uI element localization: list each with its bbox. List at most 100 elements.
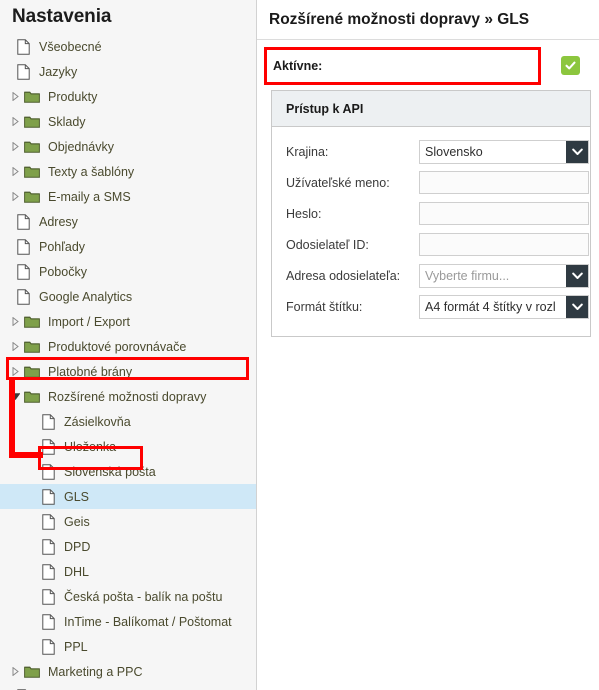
folder-icon-wrap [22, 390, 42, 403]
select-arrow-form-t-t-tku[interactable] [566, 295, 588, 318]
select-form-t-t-tku[interactable]: A4 formát 4 štítky v rozl [419, 294, 589, 319]
sidebar-item-geis[interactable]: Geis [0, 509, 256, 534]
chevron-right-icon [12, 192, 19, 201]
sidebar-item-dpd[interactable]: DPD [0, 534, 256, 559]
sidebar-item-z-sielkov-a[interactable]: Zásielkovňa [0, 409, 256, 434]
sidebar-item-label: Jazyky [39, 64, 78, 79]
sidebar-item-gls[interactable]: GLS [0, 484, 256, 509]
field-label-adresa-odosielate-a: Adresa odosielateľa: [286, 268, 401, 283]
sidebar-item-label: Produktové porovnávače [48, 339, 187, 354]
tree-twisty[interactable] [9, 367, 22, 376]
sidebar-item-slovensk-po-ta[interactable]: Slovenská pošta [0, 459, 256, 484]
select-arrow-adresa-odosielate-a[interactable] [566, 264, 588, 287]
active-checkbox[interactable] [561, 56, 580, 75]
chevron-right-icon [12, 317, 19, 326]
chevron-right-icon [12, 667, 19, 676]
folder-icon [24, 191, 40, 203]
sidebar-item-platobn-br-ny[interactable]: Platobné brány [0, 359, 256, 384]
chevron-right-icon [12, 342, 19, 351]
sidebar-item-v-eobecn[interactable]: Všeobecné [0, 34, 256, 59]
settings-tree: Všeobecné Jazyky Produkty Sklady Objednávky T… [0, 34, 256, 690]
sidebar-item-label: Pobočky [39, 264, 87, 279]
file-icon-wrap [38, 463, 58, 480]
sidebar-item-texty-a-abl-ny[interactable]: Texty a šablóny [0, 159, 256, 184]
input-u-vate-sk-meno[interactable] [419, 171, 589, 194]
sidebar-item-label: InTime - Balíkomat / Poštomat [64, 614, 232, 629]
sidebar-item-roz-ren-mo-nosti-dopravy[interactable]: Rozšírené možnosti dopravy [0, 384, 256, 409]
sidebar-item-label: DHL [64, 564, 90, 579]
sidebar-item-e-maily-a-sms[interactable]: E-maily a SMS [0, 184, 256, 209]
check-icon [565, 61, 576, 70]
sidebar-item-produktov-porovn-va-e[interactable]: Produktové porovnávače [0, 334, 256, 359]
tree-twisty[interactable] [9, 142, 22, 151]
field-row-u-vate-sk-meno: Užívateľské meno: [272, 167, 590, 198]
folder-icon [24, 166, 40, 178]
file-icon [41, 513, 55, 530]
sidebar-item-label: Texty a šablóny [48, 164, 135, 179]
sidebar-item-objedn-vky[interactable]: Objednávky [0, 134, 256, 159]
field-row-odosielate-id: Odosielateľ ID: [272, 229, 590, 260]
tree-twisty[interactable] [9, 192, 22, 201]
sidebar-item-sklady[interactable]: Sklady [0, 109, 256, 134]
field-control-odosielate-id [419, 233, 589, 256]
sidebar-item-ppl[interactable]: PPL [0, 634, 256, 659]
sidebar-item-marketing-a-ppc[interactable]: Marketing a PPC [0, 659, 256, 684]
file-icon-wrap [13, 288, 33, 305]
active-toggle-row: Aktívne: [264, 47, 591, 84]
file-icon [41, 438, 55, 455]
folder-icon [24, 341, 40, 353]
select-arrow-krajina[interactable] [566, 140, 588, 163]
sidebar-item-pobo-ky[interactable]: Pobočky [0, 259, 256, 284]
file-icon [41, 538, 55, 555]
sidebar-item-dhl[interactable]: DHL [0, 559, 256, 584]
sidebar-item-esk-po-ta-bal-k-na-po-tu[interactable]: Česká pošta - balík na poštu [0, 584, 256, 609]
file-icon-wrap [38, 438, 58, 455]
input-heslo[interactable] [419, 202, 589, 225]
folder-icon-wrap [22, 315, 42, 328]
file-icon [41, 588, 55, 605]
file-icon-wrap [13, 263, 33, 280]
tree-twisty[interactable] [9, 92, 22, 101]
file-icon-wrap [38, 488, 58, 505]
folder-icon [24, 116, 40, 128]
file-icon [16, 213, 30, 230]
tree-twisty[interactable] [9, 317, 22, 326]
tree-twisty[interactable] [9, 393, 22, 400]
select-krajina[interactable]: Slovensko [419, 139, 589, 164]
select-adresa-odosielate-a[interactable]: Vyberte firmu... [419, 263, 589, 288]
sidebar-item-poh-ady[interactable]: Pohľady [0, 234, 256, 259]
sidebar-item-jazyky[interactable]: Jazyky [0, 59, 256, 84]
sidebar-title: Nastavenia [12, 6, 112, 27]
file-icon [41, 413, 55, 430]
sidebar-item-presmerovanie-url[interactable]: Presmerovanie URL [0, 684, 256, 690]
file-icon-wrap [38, 588, 58, 605]
file-icon [41, 613, 55, 630]
tree-twisty[interactable] [9, 167, 22, 176]
tree-twisty[interactable] [9, 117, 22, 126]
field-row-krajina: Krajina: Slovensko [272, 136, 590, 167]
sidebar-item-import-export[interactable]: Import / Export [0, 309, 256, 334]
sidebar-item-google-analytics[interactable]: Google Analytics [0, 284, 256, 309]
field-control-krajina: Slovensko [419, 139, 589, 164]
tree-twisty[interactable] [9, 667, 22, 676]
folder-icon-wrap [22, 165, 42, 178]
sidebar-item-label: Zásielkovňa [64, 414, 131, 429]
sidebar-item-label: Objednávky [48, 139, 115, 154]
field-control-heslo [419, 202, 589, 225]
folder-icon [24, 91, 40, 103]
sidebar-item-intime-bal-komat-po-tomat[interactable]: InTime - Balíkomat / Poštomat [0, 609, 256, 634]
file-icon-wrap [38, 563, 58, 580]
select-value-form-t-t-tku: A4 formát 4 štítky v rozl [425, 299, 556, 314]
sidebar-item-adresy[interactable]: Adresy [0, 209, 256, 234]
sidebar-item-ulo-enka[interactable]: Uloženka [0, 434, 256, 459]
tree-twisty[interactable] [9, 342, 22, 351]
sidebar-item-label: Marketing a PPC [48, 664, 143, 679]
folder-icon [24, 366, 40, 378]
folder-icon [24, 391, 40, 403]
file-icon [16, 263, 30, 280]
file-icon-wrap [38, 513, 58, 530]
sidebar-item-produkty[interactable]: Produkty [0, 84, 256, 109]
input-odosielate-id[interactable] [419, 233, 589, 256]
sidebar-item-label: Geis [64, 514, 90, 529]
file-icon [41, 463, 55, 480]
